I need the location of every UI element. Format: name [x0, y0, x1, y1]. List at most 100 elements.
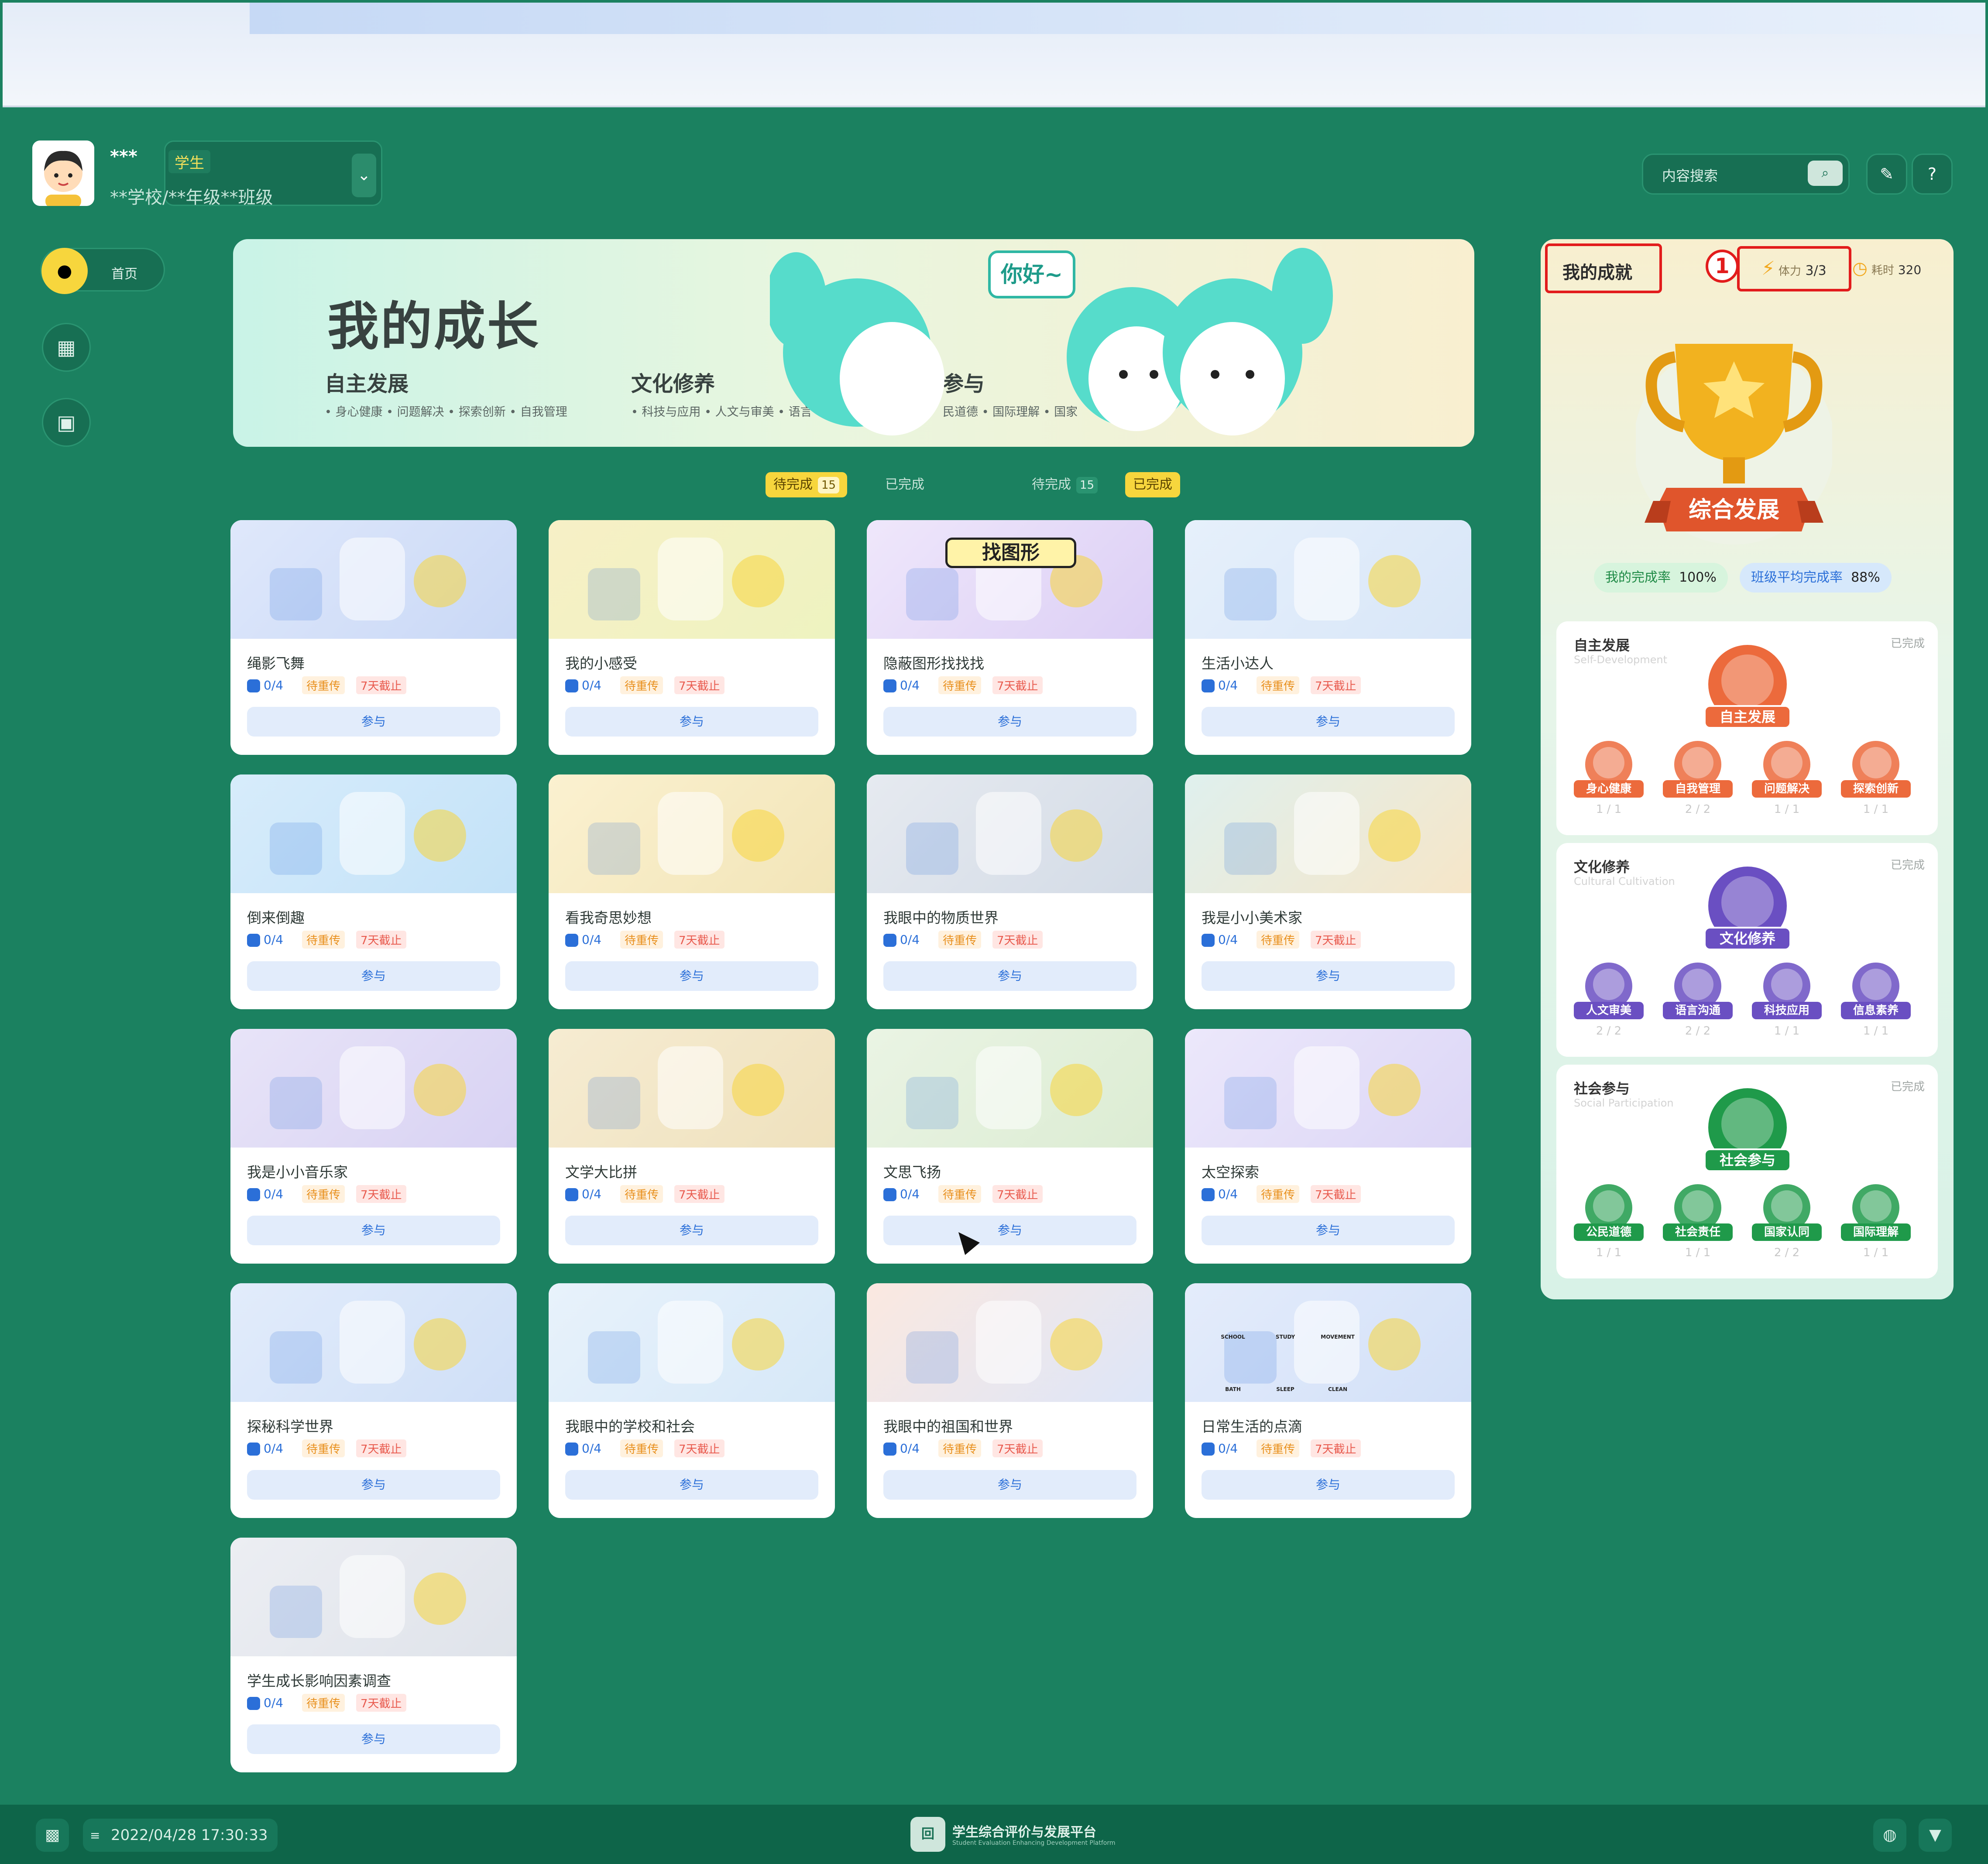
- top-strip: [250, 3, 1985, 34]
- tab-completed-2[interactable]: 已完成: [1125, 472, 1180, 497]
- status-badge: 待重传: [938, 1185, 982, 1203]
- my-rate-value: 100%: [1679, 570, 1717, 585]
- tab-label: 待完成: [773, 477, 813, 492]
- task-thumbnail: [867, 774, 1153, 893]
- task-thumbnail: [230, 1029, 517, 1148]
- task-card[interactable]: 探秘科学世界 0/4 待重传 7天截止 参与: [230, 1283, 517, 1518]
- flag-icon: [247, 1443, 260, 1456]
- apps-icon[interactable]: ▦: [42, 323, 91, 372]
- sub-badge-label: 公民道德: [1574, 1223, 1644, 1241]
- qr-code-icon[interactable]: ▩: [36, 1819, 69, 1852]
- tab-count: 15: [818, 477, 840, 493]
- task-card[interactable]: 绳影飞舞 0/4 待重传 7天截止 参与: [230, 520, 517, 755]
- join-button[interactable]: 参与: [565, 707, 818, 737]
- tab-pending-2[interactable]: 待完成 15: [1024, 472, 1106, 497]
- join-button[interactable]: 参与: [1202, 1216, 1455, 1245]
- task-card[interactable]: 太空探索 0/4 待重传 7天截止 参与: [1185, 1029, 1471, 1264]
- progress-value: 0/4: [264, 1696, 284, 1710]
- flag-icon: [565, 1443, 578, 1456]
- sub-badge-count: 1 / 1: [1774, 803, 1800, 816]
- join-button[interactable]: 参与: [565, 1470, 818, 1500]
- flag-icon: [247, 934, 260, 947]
- task-card[interactable]: 看我奇思妙想 0/4 待重传 7天截止 参与: [549, 774, 835, 1009]
- task-card[interactable]: 文学大比拼 0/4 待重传 7天截止 参与: [549, 1029, 835, 1264]
- school-class: **学校/**年级**班级: [110, 188, 273, 208]
- banner-category: 自主发展: [325, 372, 409, 396]
- shirt-icon[interactable]: ▼: [1919, 1819, 1952, 1852]
- home-icon: ●: [41, 248, 88, 294]
- status-badge: 待重传: [302, 931, 345, 949]
- globe-icon[interactable]: ◍: [1873, 1819, 1906, 1852]
- task-progress: 0/4: [1202, 1187, 1238, 1201]
- section-subtitle: Cultural Cultivation: [1574, 875, 1675, 887]
- sub-badge-count: 2 / 2: [1685, 803, 1711, 816]
- join-button[interactable]: 参与: [1202, 707, 1455, 737]
- join-button[interactable]: 参与: [883, 1216, 1136, 1245]
- progress-value: 0/4: [900, 1441, 920, 1456]
- task-card[interactable]: 我眼中的学校和社会 0/4 待重传 7天截止 参与: [549, 1283, 835, 1518]
- task-card[interactable]: 我的小感受 0/4 待重传 7天截止 参与: [549, 520, 835, 755]
- join-button[interactable]: 参与: [883, 961, 1136, 991]
- task-card[interactable]: 倒来倒趣 0/4 待重传 7天截止 参与: [230, 774, 517, 1009]
- join-button[interactable]: 参与: [565, 1216, 818, 1245]
- task-card[interactable]: 我是小小音乐家 0/4 待重传 7天截止 参与: [230, 1029, 517, 1264]
- join-button[interactable]: 参与: [247, 1724, 500, 1754]
- sub-badge: 语言沟通 2 / 2: [1663, 960, 1733, 1047]
- progress-value: 0/4: [582, 1441, 602, 1456]
- edit-icon[interactable]: ✎: [1866, 154, 1907, 195]
- join-button[interactable]: 参与: [247, 1470, 500, 1500]
- join-button[interactable]: 参与: [883, 1470, 1136, 1500]
- join-button[interactable]: 参与: [883, 707, 1136, 737]
- nav-home[interactable]: ● 首页: [40, 248, 165, 294]
- task-card[interactable]: 文思飞扬 0/4 待重传 7天截止 参与: [867, 1029, 1153, 1264]
- task-card[interactable]: SCHOOL STUDY MOVEMENT BATH SLEEP CLEAN 日常生活的点…: [1185, 1283, 1471, 1518]
- avatar[interactable]: [32, 140, 94, 206]
- help-icon[interactable]: ?: [1912, 154, 1953, 195]
- task-card[interactable]: 我眼中的祖国和世界 0/4 待重传 7天截止 参与: [867, 1283, 1153, 1518]
- join-button[interactable]: 参与: [565, 961, 818, 991]
- progress-value: 0/4: [900, 932, 920, 947]
- section-status: 已完成: [1890, 1080, 1925, 1093]
- sub-badge-label: 语言沟通: [1663, 1002, 1733, 1019]
- datetime: 2022/04/28 17:30:33: [83, 1819, 278, 1852]
- tab-pending[interactable]: 待完成 15: [766, 472, 848, 497]
- task-progress: 0/4: [883, 1187, 920, 1201]
- sub-badge-count: 2 / 2: [1774, 1246, 1800, 1259]
- section-badge-icon: 自主发展: [1704, 645, 1791, 729]
- chevron-down-icon[interactable]: ⌄: [352, 154, 376, 197]
- sub-badge: 信息素养 1 / 1: [1841, 960, 1911, 1047]
- clipboard-icon[interactable]: ▣: [42, 398, 91, 447]
- task-thumbnail: [549, 1029, 835, 1148]
- task-card[interactable]: 学生成长影响因素调查 0/4 待重传 7天截止 参与: [230, 1538, 517, 1772]
- sub-badge: 科技应用 1 / 1: [1752, 960, 1822, 1047]
- flag-icon: [883, 1443, 896, 1456]
- search-icon[interactable]: ⌕: [1808, 161, 1843, 186]
- section-title: 文化修养: [1574, 859, 1630, 875]
- deadline-badge: 7天截止: [1311, 676, 1361, 694]
- join-button[interactable]: 参与: [247, 1216, 500, 1245]
- tab-completed[interactable]: 已完成: [877, 472, 932, 497]
- join-button[interactable]: 参与: [247, 961, 500, 991]
- sub-badge-label: 国际理解: [1841, 1223, 1911, 1241]
- deadline-badge: 7天截止: [674, 1185, 724, 1203]
- search-input[interactable]: 内容搜索: [1662, 165, 1718, 185]
- sub-badge-label: 自我管理: [1663, 780, 1733, 798]
- progress-value: 0/4: [264, 1441, 284, 1456]
- join-button[interactable]: 参与: [1202, 1470, 1455, 1500]
- deadline-badge: 7天截止: [356, 1694, 406, 1712]
- task-card[interactable]: 我是小小美术家 0/4 待重传 7天截止 参与: [1185, 774, 1471, 1009]
- my-completion-rate: 我的完成率 100%: [1594, 563, 1728, 593]
- task-thumbnail: [867, 1029, 1153, 1148]
- section-status: 已完成: [1890, 859, 1925, 872]
- task-card[interactable]: 生活小达人 0/4 待重传 7天截止 参与: [1185, 520, 1471, 755]
- progress-value: 0/4: [264, 1187, 284, 1201]
- trophy-icon: 综合发展: [1636, 344, 1832, 545]
- class-rate-value: 88%: [1851, 570, 1880, 585]
- deadline-badge: 7天截止: [1311, 931, 1361, 949]
- task-progress: 0/4: [565, 932, 601, 947]
- task-card[interactable]: 我眼中的物质世界 0/4 待重传 7天截止 参与: [867, 774, 1153, 1009]
- task-title: 隐蔽图形找找找: [883, 655, 984, 672]
- join-button[interactable]: 参与: [247, 707, 500, 737]
- task-card[interactable]: 找图形 隐蔽图形找找找 0/4 待重传 7天截止 参与: [867, 520, 1153, 755]
- join-button[interactable]: 参与: [1202, 961, 1455, 991]
